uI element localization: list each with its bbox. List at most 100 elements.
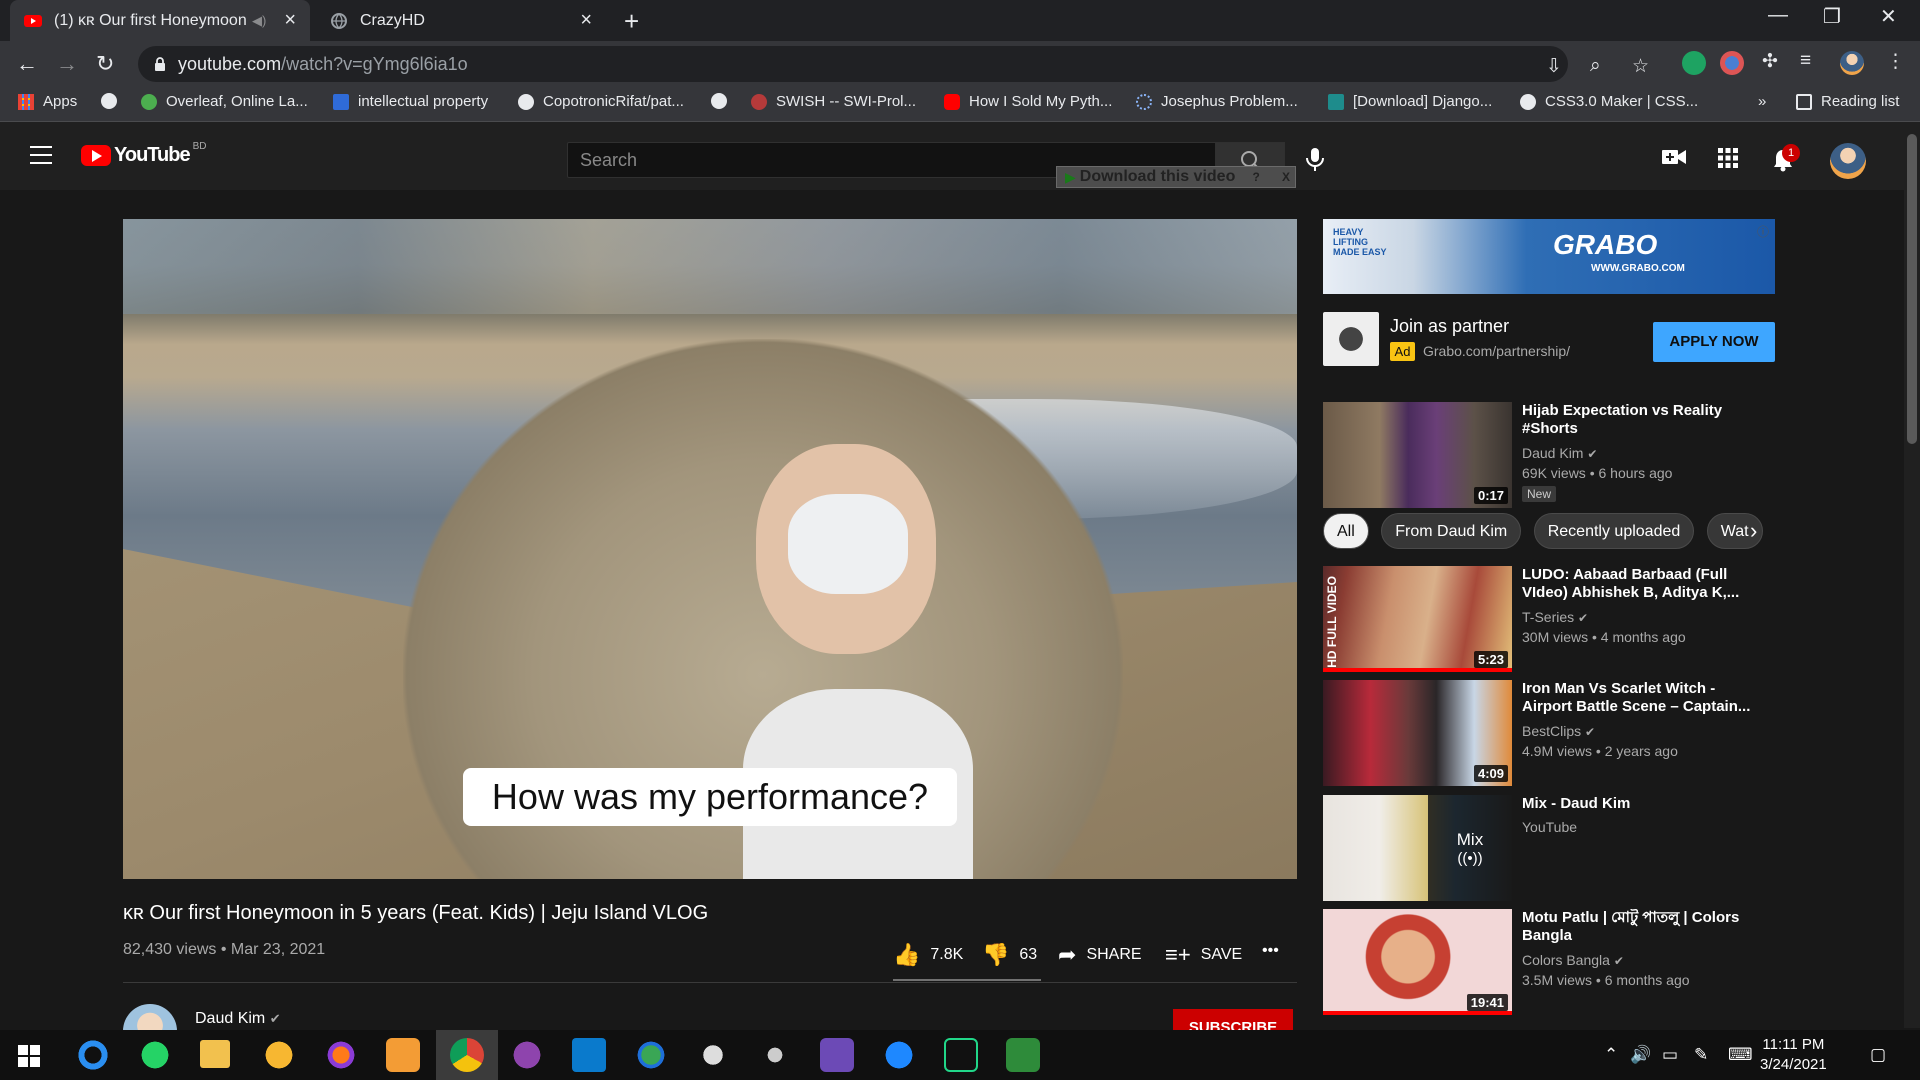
recommended-video[interactable]: HD FULL VIDEO 5:23 LUDO: Aabaad Barbaad … xyxy=(1323,566,1783,672)
app-icon[interactable] xyxy=(696,1038,730,1072)
download-video-bar[interactable]: ▶ Download this video ? X xyxy=(1056,166,1296,188)
divider xyxy=(123,982,1297,983)
notification-center-icon[interactable]: ▢ xyxy=(1870,1045,1886,1065)
upload-date: Mar 23, 2021 xyxy=(230,941,326,958)
dislike-count: 63 xyxy=(1019,946,1038,963)
dislike-button[interactable]: 👎 63 xyxy=(982,942,1037,968)
tab-youtube[interactable]: (1) ᴋʀ Our first Honeymoon ir ◀) × xyxy=(10,0,310,41)
bookmark-josephus[interactable]: Josephus Problem... xyxy=(1136,93,1298,110)
network-icon[interactable]: ▭ xyxy=(1662,1045,1678,1065)
address-bar[interactable]: youtube.com /watch?v=gYmg6l6ia1o ⇩ ⌕ ☆ xyxy=(138,46,1649,82)
create-video-icon[interactable] xyxy=(1662,148,1686,166)
app-icon[interactable] xyxy=(386,1038,420,1072)
reload-icon[interactable]: ↻ xyxy=(96,51,114,77)
browser-app-icon[interactable] xyxy=(262,1038,296,1072)
ad-thumbnail[interactable] xyxy=(1323,312,1379,366)
chip-recently-uploaded[interactable]: Recently uploaded xyxy=(1533,513,1695,549)
ad-title[interactable]: Join as partner xyxy=(1390,316,1509,337)
apps-grid-icon[interactable] xyxy=(1718,148,1738,168)
chip-from-channel[interactable]: From Daud Kim xyxy=(1381,513,1522,549)
restore-icon[interactable]: ❐ xyxy=(1823,4,1841,29)
bookmark-swish[interactable]: SWISH -- SWI-Prol... xyxy=(751,93,916,110)
chrome-icon[interactable] xyxy=(450,1038,484,1072)
recommended-video[interactable]: 4:09 Iron Man Vs Scarlet Witch - Airport… xyxy=(1323,680,1783,786)
install-app-icon[interactable]: ⇩ xyxy=(1546,55,1562,78)
app-icon[interactable] xyxy=(758,1038,792,1072)
reading-list-button[interactable]: Reading list xyxy=(1796,93,1899,110)
bookmark-youtube-video[interactable]: How I Sold My Pyth... xyxy=(944,93,1112,110)
scrollbar-thumb[interactable] xyxy=(1907,134,1917,444)
recommended-video[interactable]: 0:17 Hijab Expectation vs Reality #Short… xyxy=(1323,402,1783,508)
visual-studio-icon[interactable] xyxy=(820,1038,854,1072)
firefox-icon[interactable] xyxy=(324,1038,358,1072)
bookmark-s-icon xyxy=(333,93,349,110)
new-tab-icon[interactable]: + xyxy=(624,6,639,37)
tray-expand-icon[interactable]: ⌃ xyxy=(1604,1045,1618,1065)
system-clock[interactable]: 11:11 PM 3/24/2021 xyxy=(1760,1035,1827,1075)
tab-crazyhd[interactable]: CrazyHD × xyxy=(316,0,606,41)
grammarly-extension-icon[interactable] xyxy=(1682,51,1706,75)
back-icon[interactable]: ← xyxy=(16,51,38,77)
media-controls-icon[interactable]: ≡ xyxy=(1800,50,1811,72)
pen-icon[interactable]: ✎ xyxy=(1694,1045,1708,1065)
menu-icon[interactable] xyxy=(30,146,52,170)
like-button[interactable]: 👍 7.8K xyxy=(893,942,963,968)
file-explorer-icon[interactable] xyxy=(200,1040,230,1068)
bookmark-globe[interactable] xyxy=(101,93,126,109)
recommended-video[interactable]: 19:41 Motu Patlu | মোটু পাতলু | Colors B… xyxy=(1323,909,1783,1015)
page-scrollbar[interactable] xyxy=(1904,128,1920,1028)
url-host: youtube.com xyxy=(178,53,282,74)
taskbar-app-icon[interactable] xyxy=(76,1038,110,1072)
pycharm-icon[interactable] xyxy=(944,1038,978,1072)
download-close-icon[interactable]: X xyxy=(1277,170,1295,184)
bookmark-github[interactable]: CopotronicRifat/pat... xyxy=(518,93,684,110)
bookmark-apps[interactable]: Apps xyxy=(18,93,77,110)
window-close-icon[interactable]: ✕ xyxy=(1880,4,1897,29)
save-button[interactable]: ≡+ SAVE xyxy=(1165,942,1242,968)
zoom-icon[interactable]: ⌕ xyxy=(1590,55,1601,77)
volume-icon[interactable]: 🔊 xyxy=(1630,1045,1651,1065)
chip-all[interactable]: All xyxy=(1323,513,1369,549)
app-icon[interactable] xyxy=(1006,1038,1040,1072)
whatsapp-icon[interactable] xyxy=(138,1038,172,1072)
channel-name[interactable]: Daud Kim ✔ xyxy=(195,1010,281,1028)
puzzle-extensions-icon[interactable]: ✣ xyxy=(1762,50,1778,73)
download-help-icon[interactable]: ? xyxy=(1247,170,1264,184)
recommended-mix[interactable]: Mix ((•)) Mix - Daud Kim YouTube xyxy=(1323,795,1783,901)
chevron-right-icon[interactable]: › xyxy=(1750,518,1757,544)
bookmark-css-maker[interactable]: CSS3.0 Maker | CSS... xyxy=(1520,93,1698,110)
ad-banner[interactable]: HEAVY LIFTING MADE EASY GRABO WWW.GRABO.… xyxy=(1323,219,1775,294)
chrome-menu-icon[interactable]: ⋮ xyxy=(1886,50,1905,73)
ad-info-icon[interactable]: ⓘ xyxy=(1757,223,1769,240)
bookmark-overleaf[interactable]: Overleaf, Online La... xyxy=(141,93,308,110)
swish-icon xyxy=(751,93,767,110)
messenger-icon[interactable] xyxy=(882,1038,916,1072)
bookmark-star-icon[interactable]: ☆ xyxy=(1632,55,1649,78)
extension-icon[interactable] xyxy=(1720,51,1744,75)
browser-tab-strip: (1) ᴋʀ Our first Honeymoon ir ◀) × Crazy… xyxy=(0,0,1920,41)
profile-avatar[interactable] xyxy=(1840,51,1864,75)
bookmark-label: SWISH -- SWI-Prol... xyxy=(776,93,916,110)
tab-close-icon[interactable]: × xyxy=(284,9,296,32)
vscode-icon[interactable] xyxy=(572,1038,606,1072)
video-caption: How was my performance? xyxy=(463,768,957,826)
bookmarks-overflow[interactable]: » xyxy=(1758,93,1766,110)
ad-tagline: HEAVY LIFTING MADE EASY xyxy=(1333,227,1387,257)
windows-start-icon[interactable] xyxy=(18,1045,40,1067)
share-button[interactable]: ➦ SHARE xyxy=(1058,942,1142,968)
keyboard-icon[interactable]: ⌨ xyxy=(1728,1045,1753,1065)
app-icon[interactable] xyxy=(634,1038,668,1072)
tab-close-icon[interactable]: × xyxy=(580,9,592,32)
microphone-icon[interactable] xyxy=(1306,148,1324,172)
forward-icon[interactable]: → xyxy=(56,51,78,77)
youtube-logo[interactable]: YouTube BD xyxy=(81,141,206,167)
account-avatar[interactable] xyxy=(1830,143,1866,179)
more-actions-button[interactable]: ••• xyxy=(1262,942,1279,960)
minimize-icon[interactable]: — xyxy=(1768,4,1788,27)
github-desktop-icon[interactable] xyxy=(510,1038,544,1072)
apply-now-button[interactable]: APPLY NOW xyxy=(1653,322,1775,362)
bookmark-globe-2[interactable] xyxy=(711,93,736,109)
tab-audio-icon[interactable]: ◀) xyxy=(252,13,266,29)
bookmark-intellectual-property[interactable]: intellectual property xyxy=(333,93,488,110)
bookmark-django[interactable]: [Download] Django... xyxy=(1328,93,1492,110)
